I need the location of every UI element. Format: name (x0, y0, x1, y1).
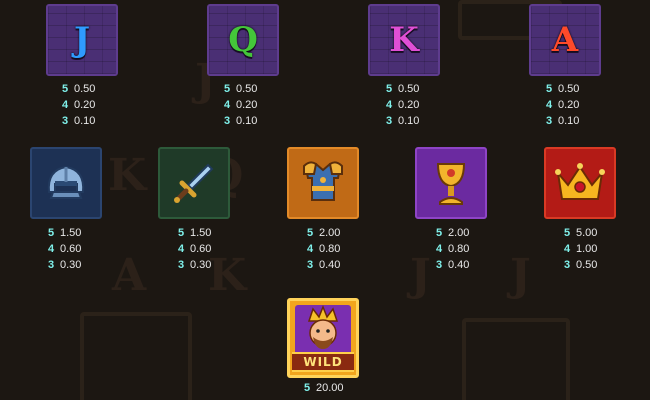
crown-icon (555, 163, 605, 200)
bg-ghost-k-icon: K (108, 150, 147, 201)
pay-row: 3 0.40 (307, 259, 341, 271)
symbol-armor-tile (287, 147, 359, 219)
paytable-wild: 5 20.00 (304, 380, 344, 396)
pay-row: 5 0.50 (386, 83, 420, 95)
paytable-q: 5 0.50 4 0.20 3 0.10 (224, 81, 257, 129)
symbol-helmet-tile (30, 147, 102, 219)
pay-row: 3 0.30 (48, 259, 82, 271)
paytable-helmet: 5 1.50 4 0.60 3 0.30 (48, 225, 81, 273)
bg-ghost-k2-icon: K (208, 250, 247, 301)
pay-row: 4 0.80 (436, 243, 470, 255)
pay-row: 5 20.00 (304, 382, 344, 394)
symbol-wild-tile: WILD (287, 298, 359, 378)
pay-row: 4 0.80 (307, 243, 341, 255)
pay-row: 3 0.40 (436, 259, 470, 271)
armor-icon (303, 161, 343, 201)
symbol-goblet-tile (415, 147, 487, 219)
pay-row: 4 1.00 (564, 243, 598, 255)
bg-ghost-j-icon: J (410, 250, 431, 301)
pay-row: 5 1.50 (48, 227, 82, 239)
pay-row: 5 2.00 (307, 227, 341, 239)
pay-row: 5 2.00 (436, 227, 470, 239)
letter-a-icon: A (551, 20, 579, 60)
bg-ghost-a-icon: A (112, 250, 147, 301)
letter-j-icon: J (73, 20, 91, 60)
sword-icon (174, 163, 214, 203)
paytable-crown: 5 5.00 4 1.00 3 0.50 (564, 225, 597, 273)
letter-k-icon: K (389, 20, 419, 60)
letter-q-icon: Q (228, 20, 258, 60)
symbol-crown-tile (544, 147, 616, 219)
symbol-sword-tile (158, 147, 230, 219)
pay-row: 3 0.50 (564, 259, 598, 271)
pay-row: 5 5.00 (564, 227, 598, 239)
symbol-q-tile: Q (207, 4, 279, 76)
paytable-armor: 5 2.00 4 0.80 3 0.40 (307, 225, 340, 273)
pay-row: 5 0.50 (224, 83, 258, 95)
paytable-j: 5 0.50 4 0.20 3 0.10 (62, 81, 95, 129)
pay-row: 4 0.20 (546, 99, 580, 111)
pay-row: 3 0.30 (178, 259, 212, 271)
paytable-a: 5 0.50 4 0.20 3 0.10 (546, 81, 579, 129)
wild-label: WILD (292, 352, 354, 372)
pay-row: 3 0.10 (62, 115, 96, 127)
goblet-icon (436, 163, 466, 205)
paytable-k: 5 0.50 4 0.20 3 0.10 (386, 81, 419, 129)
bg-frame (80, 312, 192, 400)
pay-row: 4 0.20 (224, 99, 258, 111)
pay-row: 3 0.10 (224, 115, 258, 127)
pay-row: 3 0.10 (546, 115, 580, 127)
symbol-a-tile: A (529, 4, 601, 76)
helmet-icon (47, 165, 85, 199)
symbol-k-tile: K (368, 4, 440, 76)
bg-ghost-j2-icon: J (510, 250, 531, 301)
pay-row: 5 1.50 (178, 227, 212, 239)
pay-row: 4 0.20 (62, 99, 96, 111)
pay-row: 5 0.50 (62, 83, 96, 95)
pay-row: 4 0.60 (48, 243, 82, 255)
pay-row: 4 0.60 (178, 243, 212, 255)
symbol-j-tile: J (46, 4, 118, 76)
pay-row: 3 0.10 (386, 115, 420, 127)
pay-row: 4 0.20 (386, 99, 420, 111)
bg-frame (462, 318, 570, 400)
pay-row: 5 0.50 (546, 83, 580, 95)
paytable-sword: 5 1.50 4 0.60 3 0.30 (178, 225, 211, 273)
paytable-goblet: 5 2.00 4 0.80 3 0.40 (436, 225, 469, 273)
